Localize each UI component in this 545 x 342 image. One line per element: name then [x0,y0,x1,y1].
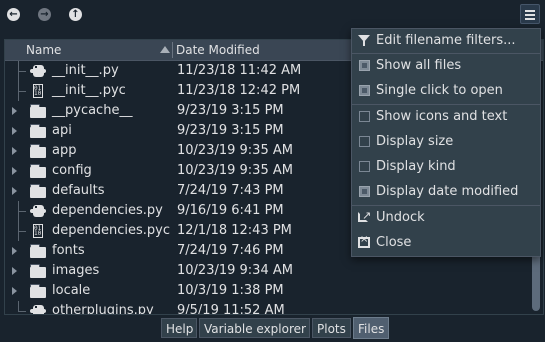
folder-icon [30,284,46,298]
menu-item-label: Show icons and text [376,109,508,124]
expand-arrow-icon[interactable] [12,127,17,135]
folder-icon [30,144,46,158]
arrow-right-icon: → [40,9,49,20]
expand-arrow-icon[interactable] [12,147,17,155]
file-date-modified: 10/23/19 9:34 AM [177,263,293,278]
file-name: defaults [52,183,105,198]
file-name: __init__.pyc [52,83,126,98]
file-name: __init__.py [52,63,119,78]
arrow-up-icon: ↑ [71,9,80,20]
menu-item-label: Edit filename filters... [376,33,516,48]
expand-arrow-icon[interactable] [12,187,17,195]
checkbox[interactable] [359,111,370,122]
arrow-left-icon: ← [9,9,18,20]
column-divider[interactable] [172,42,173,58]
checkbox[interactable] [359,60,370,71]
menu-item-close[interactable]: Close [352,231,540,255]
expand-arrow-icon[interactable] [12,107,17,115]
python-file-icon [30,304,46,314]
menu-item-label: Single click to open [376,83,503,98]
file-date-modified: 10/23/19 9:35 AM [177,163,293,178]
menu-item-label: Display size [376,134,454,149]
parent-directory-button[interactable]: ↑ [69,8,82,21]
menu-item-show-all-files[interactable]: Show all files [352,54,540,78]
folder-icon [30,264,46,278]
pane-tabs: Help Variable explorer Plots Files [0,316,545,342]
folder-icon [30,244,46,258]
file-name: app [52,143,77,158]
menu-item-display-date-modified[interactable]: Display date modified [352,180,540,204]
expand-arrow-icon[interactable] [12,267,17,275]
menu-item-label: Undock [376,210,425,225]
folder-icon [30,184,46,198]
tab-variable-explorer[interactable]: Variable explorer [199,318,310,338]
checkbox[interactable] [359,136,370,147]
file-name: config [52,163,92,178]
options-menu-button[interactable] [520,4,540,24]
file-name: api [52,123,72,138]
file-date-modified: 11/23/18 12:42 PM [177,83,301,98]
file-row[interactable]: otherplugins.py 9/5/19 11:52 AM [5,301,543,315]
folder-row[interactable]: images 10/23/19 9:34 AM [5,261,543,281]
tree-branch-line [18,211,26,212]
file-date-modified: 12/1/18 12:43 PM [177,223,292,238]
back-button[interactable]: ← [7,8,20,21]
file-name: __pycache__ [52,103,133,118]
compiled-file-icon: 01 10 [33,224,43,238]
tree-branch-line [18,91,26,92]
tree-branch-line [18,71,26,72]
options-menu: Edit filename filters... Show all files Si… [351,28,541,257]
tab-plots[interactable]: Plots [312,318,351,338]
checkbox[interactable] [359,85,370,96]
file-name: locale [52,283,91,298]
file-name: dependencies.pyc [52,223,170,238]
folder-icon [30,164,46,178]
files-toolbar: ← → ↑ [0,0,545,30]
folder-icon [30,124,46,138]
file-date-modified: 9/16/19 6:41 PM [177,203,284,218]
file-name: images [52,263,100,278]
folder-row[interactable]: locale 10/3/19 1:38 PM [5,281,543,301]
menu-item-label: Close [376,235,412,250]
menu-item-label: Display date modified [376,184,519,199]
folder-icon [30,104,46,118]
file-name: dependencies.py [52,203,163,218]
compiled-file-icon: 01 10 [33,84,43,98]
column-header-name[interactable]: Name [26,40,61,60]
file-date-modified: 7/24/19 7:43 PM [177,183,284,198]
file-date-modified: 9/23/19 3:15 PM [177,123,284,138]
tab-files[interactable]: Files [353,317,389,339]
checkbox[interactable] [359,161,370,172]
file-name: fonts [52,243,85,258]
tree-branch-line [18,311,26,312]
forward-button[interactable]: → [38,8,51,21]
column-header-date-modified[interactable]: Date Modified [176,40,260,60]
tree-branch-line [18,301,19,311]
python-file-icon [30,204,46,218]
menu-item-label: Show all files [376,58,462,73]
tree-branch-line [18,231,26,232]
file-name: otherplugins.py [52,303,154,315]
checkbox[interactable] [359,186,370,197]
file-date-modified: 11/23/18 11:42 AM [177,63,302,78]
menu-item-display-size[interactable]: Display size [352,130,540,154]
sort-ascending-icon [160,46,170,53]
menu-item-show-icons-and-text[interactable]: Show icons and text [352,105,540,129]
expand-arrow-icon[interactable] [12,287,17,295]
menu-item-edit-filename-filters[interactable]: Edit filename filters... [352,29,540,53]
menu-item-undock[interactable]: ↗ Undock [352,206,540,230]
file-date-modified: 10/23/19 9:35 AM [177,143,293,158]
close-icon [358,235,370,248]
menu-item-display-kind[interactable]: Display kind [352,155,540,179]
expand-arrow-icon[interactable] [12,167,17,175]
expand-arrow-icon[interactable] [12,247,17,255]
file-date-modified: 7/24/19 7:46 PM [177,243,284,258]
file-date-modified: 10/3/19 1:38 PM [177,283,284,298]
menu-item-single-click-to-open[interactable]: Single click to open [352,79,540,103]
file-date-modified: 9/5/19 11:52 AM [177,303,285,315]
tab-help[interactable]: Help [161,318,197,338]
file-date-modified: 9/23/19 3:15 PM [177,103,284,118]
menu-item-label: Display kind [376,159,456,174]
python-file-icon [30,64,46,78]
